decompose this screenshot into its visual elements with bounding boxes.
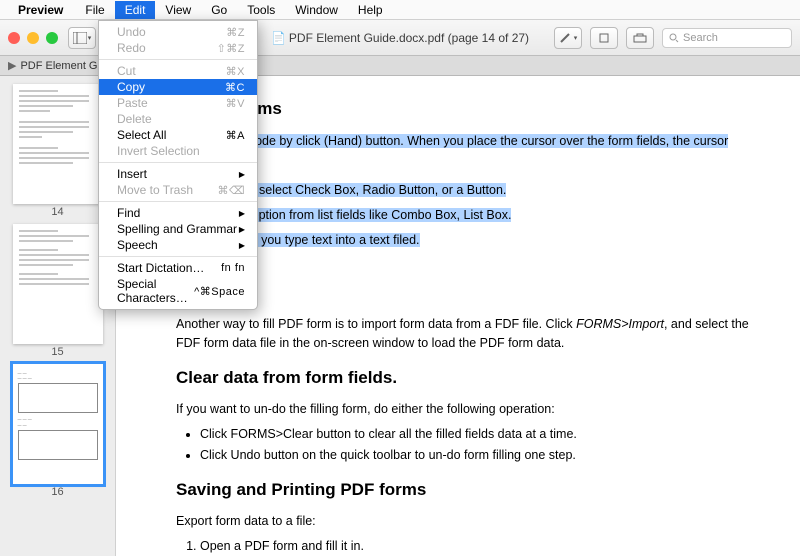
- heading-clear-data: Clear data from form fields.: [176, 365, 752, 391]
- menu-edit[interactable]: Edit: [115, 1, 156, 19]
- page-thumbnail[interactable]: [13, 84, 103, 204]
- page-number: 15: [0, 346, 115, 358]
- heading-fill-forms: in PDF forms: [176, 96, 752, 122]
- menu-item-insert[interactable]: Insert: [99, 166, 257, 182]
- edit-toolbar-button[interactable]: [626, 27, 654, 49]
- list-item: Click Undo button on the quick toolbar t…: [200, 446, 752, 465]
- menu-view[interactable]: View: [155, 1, 201, 19]
- search-icon: [669, 33, 679, 43]
- menu-item-delete: Delete: [99, 111, 257, 127]
- page-thumbnail[interactable]: [13, 224, 103, 344]
- minimize-button[interactable]: [27, 32, 39, 44]
- maximize-button[interactable]: [46, 32, 58, 44]
- page-number: 16: [0, 486, 115, 498]
- menu-item-find[interactable]: Find: [99, 205, 257, 221]
- numbered-list: Open a PDF form and fill it in. Click FO…: [200, 537, 752, 556]
- menu-item-start-dictation-[interactable]: Start Dictation…fn fn: [99, 260, 257, 276]
- menu-item-invert-selection: Invert Selection: [99, 143, 257, 159]
- pencil-icon: [559, 32, 573, 44]
- search-field[interactable]: Search: [662, 28, 792, 48]
- edit-menu-dropdown: Undo⌘ZRedo⇧⌘Z Cut⌘XCopy⌘CPaste⌘VDeleteSel…: [98, 20, 258, 310]
- menu-item-select-all[interactable]: Select All⌘A: [99, 127, 257, 143]
- app-name[interactable]: Preview: [18, 3, 63, 17]
- menu-help[interactable]: Help: [348, 1, 393, 19]
- bullet-list: Click FORMS>Clear button to clear all th…: [200, 425, 752, 465]
- sidebar-toggle-button[interactable]: ▾: [68, 27, 96, 49]
- search-placeholder: Search: [683, 32, 718, 44]
- markup-button[interactable]: ▾: [554, 27, 582, 49]
- menu-file[interactable]: File: [75, 1, 114, 19]
- heading-save-print: Saving and Printing PDF forms: [176, 477, 752, 503]
- menu-item-move-to-trash: Move to Trash⌘⌫: [99, 182, 257, 198]
- menu-item-cut: Cut⌘X: [99, 63, 257, 79]
- menu-item-speech[interactable]: Speech: [99, 237, 257, 253]
- menu-window[interactable]: Window: [285, 1, 348, 19]
- sidebar-icon: [73, 32, 87, 44]
- menu-item-paste: Paste⌘V: [99, 95, 257, 111]
- rotate-button[interactable]: [590, 27, 618, 49]
- tab-chevron-icon[interactable]: ▶: [8, 59, 16, 72]
- toolbox-icon: [633, 33, 647, 43]
- rotate-icon: [598, 32, 610, 44]
- menu-item-undo: Undo⌘Z: [99, 24, 257, 40]
- body-text: Another way to fill PDF form is to impor…: [176, 315, 752, 353]
- traffic-lights: [8, 32, 58, 44]
- menu-item-redo: Redo⇧⌘Z: [99, 40, 257, 56]
- menu-go[interactable]: Go: [201, 1, 237, 19]
- menu-item-copy[interactable]: Copy⌘C: [99, 79, 257, 95]
- menubar: Preview File Edit View Go Tools Window H…: [0, 0, 800, 20]
- close-button[interactable]: [8, 32, 20, 44]
- body-text: Export form data to a file:: [176, 512, 752, 531]
- menu-item-special-characters-[interactable]: Special Characters…^⌘Space: [99, 276, 257, 306]
- list-item: Click FORMS>Clear button to clear all th…: [200, 425, 752, 444]
- menu-tools[interactable]: Tools: [237, 1, 285, 19]
- menu-item-spelling-and-grammar[interactable]: Spelling and Grammar: [99, 221, 257, 237]
- body-text: If you want to un-do the filling form, d…: [176, 400, 752, 419]
- list-item: Open a PDF form and fill it in.: [200, 537, 752, 556]
- page-thumbnail-selected[interactable]: — —— — — — — —— —: [13, 364, 103, 484]
